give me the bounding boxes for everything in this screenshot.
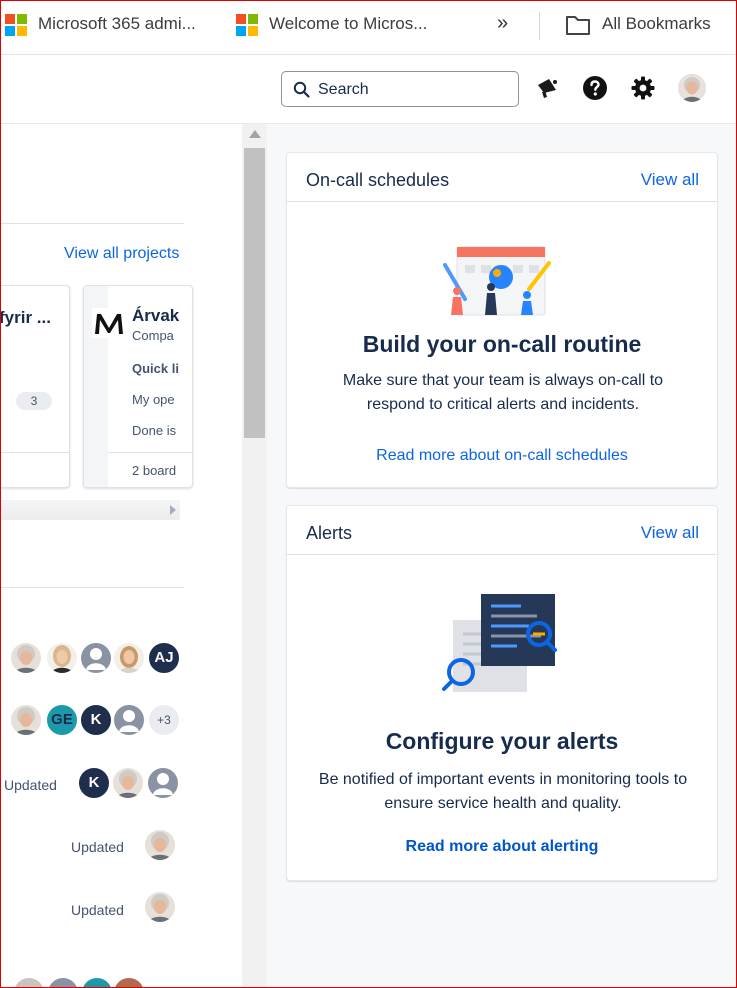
bookmark-label: Welcome to Micros... [269, 14, 428, 33]
initials-avatar[interactable]: K [77, 766, 111, 800]
person-icon [153, 773, 173, 795]
newspaper-logo-icon [92, 308, 126, 338]
bookmarks-bar: Microsoft 365 admi... Welcome to Micros.… [0, 0, 737, 55]
on-call-heading: Build your on-call routine [362, 331, 642, 357]
user-photo-avatar[interactable] [9, 703, 43, 737]
section-divider [0, 223, 184, 224]
section-divider [0, 587, 184, 588]
initials-avatar[interactable]: K [79, 703, 113, 737]
scrollbar-thumb[interactable] [244, 148, 265, 438]
user-photo-icon [14, 707, 38, 735]
settings-gear-icon[interactable] [630, 75, 656, 101]
user-photo-avatar[interactable] [45, 641, 79, 675]
initials-avatar[interactable]: AJ [147, 641, 181, 675]
scroll-right-arrow-icon[interactable] [170, 505, 176, 515]
view-all-on-call-link[interactable]: View all [641, 170, 699, 190]
user-photo-icon [116, 770, 140, 798]
more-users-count[interactable]: +3 [147, 703, 181, 737]
alerts-description: Be notified of important events in monit… [318, 771, 688, 812]
bookmark-label: Microsoft 365 admi... [38, 14, 196, 33]
quick-links-label: Quick li [132, 361, 179, 376]
user-photo-icon [51, 645, 73, 673]
microsoft-logo-icon [236, 14, 258, 36]
project-card[interactable]: fyrir ... 3 [0, 285, 70, 488]
operations-panel: On-call schedules View all Build your on… [267, 124, 737, 988]
user-photo-icon [14, 645, 38, 673]
user-photo-avatar[interactable] [143, 890, 177, 924]
on-call-description: Make sure that your team is always on-ca… [342, 372, 664, 413]
project-card-arvakur[interactable]: Árvak Compa Quick li My ope Done is 2 bo… [83, 285, 193, 488]
user-photo-avatar[interactable] [143, 828, 177, 862]
default-user-avatar[interactable] [46, 976, 80, 988]
alerts-card: Alerts View all Configure your alerts Be… [286, 505, 718, 881]
person-icon [86, 648, 106, 670]
updated-label: Updated [71, 839, 124, 855]
card-title: On-call schedules [306, 170, 450, 190]
card-header: Alerts View all [287, 506, 717, 555]
user-photo-icon [148, 832, 172, 860]
updated-label: Updated [4, 777, 57, 793]
bookmarks-divider [539, 12, 540, 40]
alerts-monitoring-illustration [442, 594, 557, 692]
vertical-scrollbar[interactable] [242, 124, 267, 988]
read-more-on-call-link[interactable]: Read more about on-call schedules [287, 447, 717, 465]
default-user-avatar[interactable] [79, 641, 113, 675]
help-icon[interactable] [582, 75, 608, 101]
notifications-megaphone-icon[interactable] [534, 75, 560, 101]
all-bookmarks-label: All Bookmarks [602, 14, 711, 33]
on-call-schedules-card: On-call schedules View all Build your on… [286, 152, 718, 488]
project-type: Compa [132, 328, 174, 343]
scroll-up-arrow-icon[interactable] [249, 130, 261, 138]
user-photo-icon [118, 646, 140, 673]
card-header: On-call schedules View all [287, 153, 717, 202]
user-photo-avatar[interactable] [9, 641, 43, 675]
view-all-projects-link[interactable]: View all projects [64, 245, 179, 263]
person-icon [119, 710, 139, 732]
user-photo-icon [148, 894, 172, 922]
card-divider [0, 452, 69, 453]
boards-dropdown[interactable]: 2 board [132, 463, 176, 478]
project-card-title: fyrir ... [0, 308, 51, 327]
default-user-avatar[interactable] [146, 766, 180, 800]
initials-avatar[interactable]: GE [45, 703, 79, 737]
folder-icon [566, 16, 590, 35]
initials-avatar[interactable] [80, 976, 114, 988]
my-open-issues-link[interactable]: My ope [132, 392, 175, 407]
user-photo-avatar[interactable] [112, 641, 146, 675]
project-count-badge: 3 [16, 392, 52, 410]
profile-avatar[interactable] [678, 74, 706, 102]
alerts-heading: Configure your alerts [385, 728, 619, 754]
search-input[interactable]: Search [281, 71, 519, 107]
microsoft-logo-icon [5, 14, 27, 36]
app-header: Search [0, 55, 737, 124]
read-more-alerting-link[interactable]: Read more about alerting [287, 838, 717, 856]
updated-label: Updated [71, 902, 124, 918]
projects-panel: View all projects fyrir ... 3 Árvak Comp… [0, 124, 242, 988]
user-photo-icon [678, 74, 706, 102]
horizontal-scrollbar[interactable] [0, 500, 180, 520]
card-divider [108, 452, 192, 453]
user-photo-avatar[interactable] [111, 766, 145, 800]
more-bookmarks-chevron-icon[interactable]: » [497, 12, 508, 35]
card-title: Alerts [306, 523, 353, 543]
default-user-avatar[interactable] [112, 703, 146, 737]
project-card-title: Árvak [132, 306, 180, 325]
on-call-calendar-illustration [443, 246, 551, 316]
done-issues-link[interactable]: Done is [132, 423, 176, 438]
user-photo-avatar[interactable] [12, 976, 46, 988]
search-icon [293, 81, 310, 98]
search-placeholder: Search [318, 81, 369, 98]
view-all-alerts-link[interactable]: View all [641, 523, 699, 543]
user-photo-avatar[interactable] [112, 976, 146, 988]
